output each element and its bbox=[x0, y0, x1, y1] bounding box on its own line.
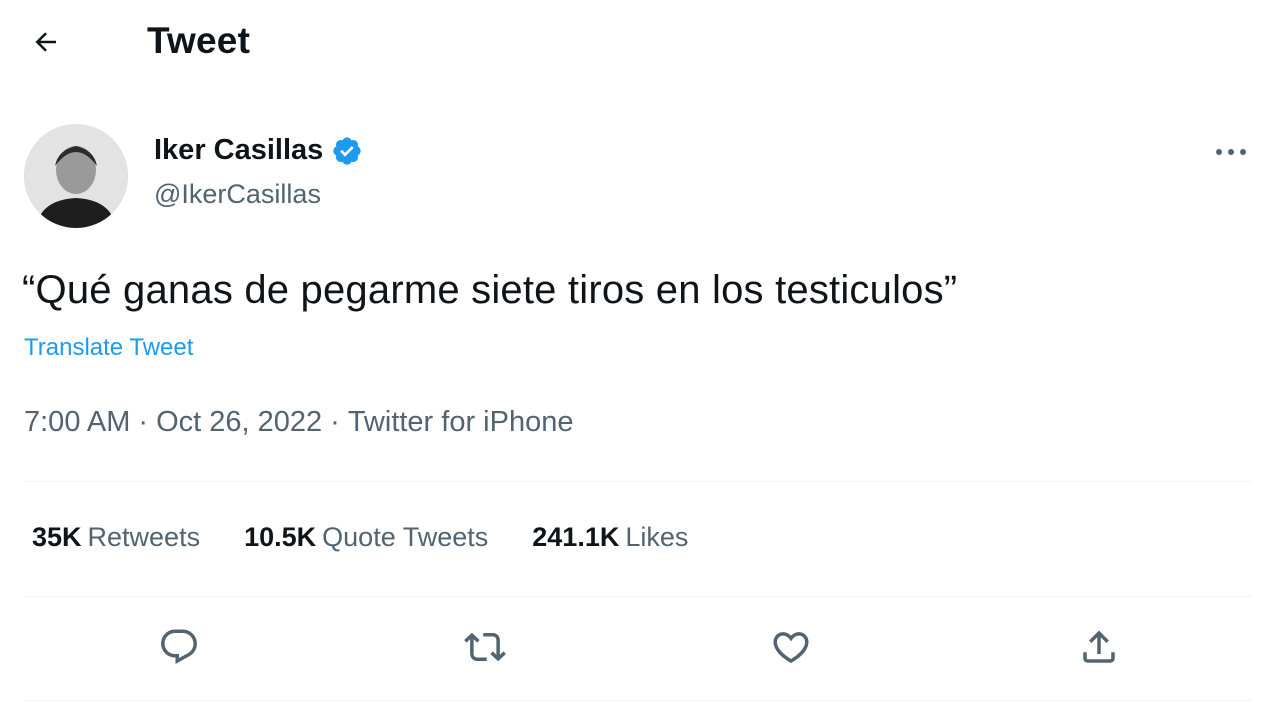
quote-tweets-label: Quote Tweets bbox=[322, 522, 489, 552]
author-name[interactable]: Iker Casillas bbox=[154, 134, 363, 167]
tweet-text: “Qué ganas de pegarme siete tiros en los… bbox=[22, 268, 958, 312]
meta-separator: · bbox=[330, 406, 340, 438]
verified-badge-icon bbox=[331, 135, 363, 167]
share-icon bbox=[1078, 626, 1120, 673]
retweet-button[interactable] bbox=[460, 624, 510, 674]
arrow-left-icon bbox=[31, 27, 61, 62]
reply-icon bbox=[158, 626, 200, 673]
tweet-time[interactable]: 7:00 AM bbox=[24, 406, 130, 438]
tweet-stats: 35K Retweets 10.5K Quote Tweets 241.1K Like… bbox=[32, 522, 688, 553]
tweet-metadata: 7:00 AM · Oct 26, 2022 · Twitter for iPhone bbox=[24, 406, 573, 439]
like-icon bbox=[770, 626, 812, 673]
divider bbox=[24, 700, 1252, 701]
likes-count: 241.1K bbox=[532, 522, 620, 552]
retweet-icon bbox=[464, 626, 506, 673]
author-handle[interactable]: @IkerCasillas bbox=[154, 179, 321, 210]
more-options-button[interactable] bbox=[1208, 136, 1254, 170]
quote-tweets-stat[interactable]: 10.5K Quote Tweets bbox=[244, 522, 488, 553]
back-button[interactable] bbox=[22, 22, 70, 66]
likes-stat[interactable]: 241.1K Likes bbox=[532, 522, 688, 553]
author-name-label: Iker Casillas bbox=[154, 134, 324, 166]
divider bbox=[24, 596, 1252, 597]
retweets-stat[interactable]: 35K Retweets bbox=[32, 522, 200, 553]
reply-button[interactable] bbox=[154, 624, 204, 674]
more-horizontal-icon bbox=[1214, 144, 1248, 162]
page-title: Tweet bbox=[147, 20, 251, 61]
meta-separator: · bbox=[138, 406, 149, 438]
retweets-label: Retweets bbox=[87, 522, 201, 552]
retweets-count: 35K bbox=[32, 522, 82, 552]
share-button[interactable] bbox=[1074, 624, 1124, 674]
translate-tweet-link[interactable]: Translate Tweet bbox=[24, 334, 193, 362]
tweet-date[interactable]: Oct 26, 2022 bbox=[156, 406, 322, 438]
page-header: Tweet bbox=[0, 0, 1265, 90]
quote-tweets-count: 10.5K bbox=[244, 522, 317, 552]
like-button[interactable] bbox=[766, 624, 816, 674]
avatar[interactable] bbox=[24, 124, 128, 228]
tweet-source[interactable]: Twitter for iPhone bbox=[348, 406, 574, 438]
divider bbox=[24, 481, 1252, 482]
likes-label: Likes bbox=[625, 522, 689, 552]
